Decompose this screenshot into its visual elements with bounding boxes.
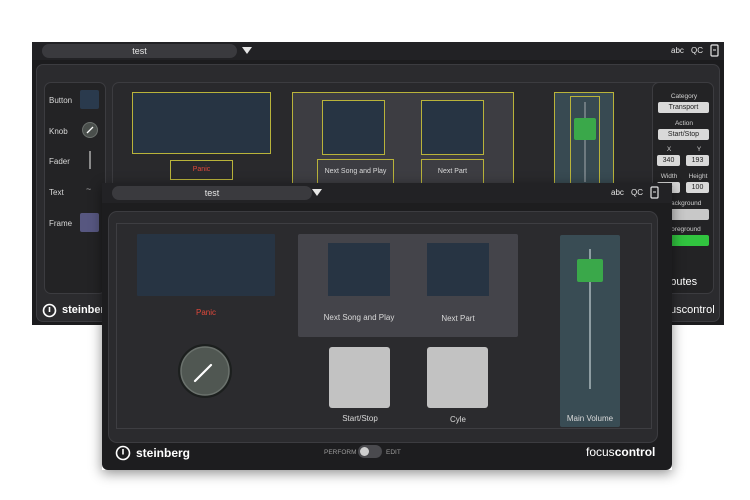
palette-text-item[interactable]: ~: [86, 184, 91, 194]
title-bar: test abc QC: [32, 42, 724, 60]
canvas-panic-label[interactable]: Panic: [170, 160, 233, 180]
perform-label: PERFORM: [324, 449, 357, 456]
steinberg-logo-icon: [42, 303, 57, 318]
start-stop-label: Start/Stop: [342, 414, 378, 423]
editor-window-front: test abc QC Panic Next Song and Play Nex…: [102, 183, 672, 470]
steinberg-logo-icon: [115, 445, 131, 461]
main-volume-label: Main Volume: [566, 414, 614, 423]
y-field[interactable]: 193: [686, 155, 709, 166]
canvas-next-song-pad[interactable]: [322, 100, 385, 155]
product-suffix: control: [614, 445, 656, 459]
layout-name-field[interactable]: test: [42, 44, 237, 58]
qc-button[interactable]: QC: [631, 188, 643, 197]
perform-edit-toggle[interactable]: [358, 445, 382, 458]
category-select[interactable]: Transport: [658, 102, 709, 113]
next-song-label: Next Song and Play: [323, 313, 395, 322]
abc-button[interactable]: abc: [671, 46, 684, 55]
product-name: uscontrol: [670, 304, 715, 316]
y-label: Y: [696, 146, 702, 153]
panic-pad[interactable]: [137, 234, 275, 296]
cyle-label: Cyle: [449, 415, 466, 424]
canvas-next-part-pad[interactable]: [421, 100, 484, 155]
x-field[interactable]: 340: [657, 155, 680, 166]
canvas-fader-thumb[interactable]: [574, 118, 596, 140]
height-field[interactable]: 100: [686, 182, 709, 193]
height-label: Height: [688, 173, 708, 180]
width-label: Width: [660, 173, 678, 180]
toggle-knob: [360, 447, 369, 456]
start-stop-button[interactable]: [329, 347, 390, 408]
cyle-button[interactable]: [427, 347, 488, 408]
canvas-next-song-label[interactable]: Next Song and Play: [317, 159, 394, 184]
brand-name: steinberg: [136, 446, 191, 460]
layout-name-field[interactable]: test: [112, 186, 312, 200]
document-icon[interactable]: [710, 44, 719, 57]
product-name: focuscontrol: [586, 445, 655, 459]
next-part-label: Next Part: [441, 314, 475, 323]
canvas-panic-pad[interactable]: [132, 92, 271, 154]
palette-button-label: Button: [49, 96, 73, 105]
qc-button[interactable]: QC: [691, 46, 703, 55]
category-label: Category: [670, 93, 698, 100]
x-label: X: [666, 146, 672, 153]
title-bar: test abc QC: [102, 183, 672, 203]
action-label: Action: [674, 120, 694, 127]
palette-frame-item[interactable]: [80, 213, 99, 232]
palette-button-item[interactable]: [80, 90, 99, 109]
palette-knob-label: Knob: [49, 127, 68, 136]
action-select[interactable]: Start/Stop: [658, 129, 709, 140]
palette-text-label: Text: [49, 188, 64, 197]
canvas-next-part-label[interactable]: Next Part: [421, 159, 484, 184]
palette-knob-item[interactable]: [81, 121, 99, 139]
palette-fader-label: Fader: [49, 157, 70, 166]
palette-frame-label: Frame: [49, 219, 73, 228]
edit-label: EDIT: [386, 449, 401, 456]
dropdown-arrow-icon[interactable]: [242, 47, 252, 54]
canvas-fader-track: [584, 102, 586, 182]
panic-label: Panic: [195, 308, 216, 317]
product-prefix: focus: [586, 445, 615, 459]
fader-thumb[interactable]: [577, 259, 603, 282]
knob[interactable]: [175, 341, 235, 401]
abc-button[interactable]: abc: [611, 188, 624, 197]
dropdown-arrow-icon[interactable]: [312, 189, 322, 196]
palette-fader-item[interactable]: [89, 151, 91, 169]
component-palette: Button Knob Fader Text ~ Frame: [44, 82, 106, 294]
next-part-pad[interactable]: [427, 243, 489, 296]
document-icon[interactable]: [650, 186, 659, 199]
next-song-pad[interactable]: [328, 243, 390, 296]
